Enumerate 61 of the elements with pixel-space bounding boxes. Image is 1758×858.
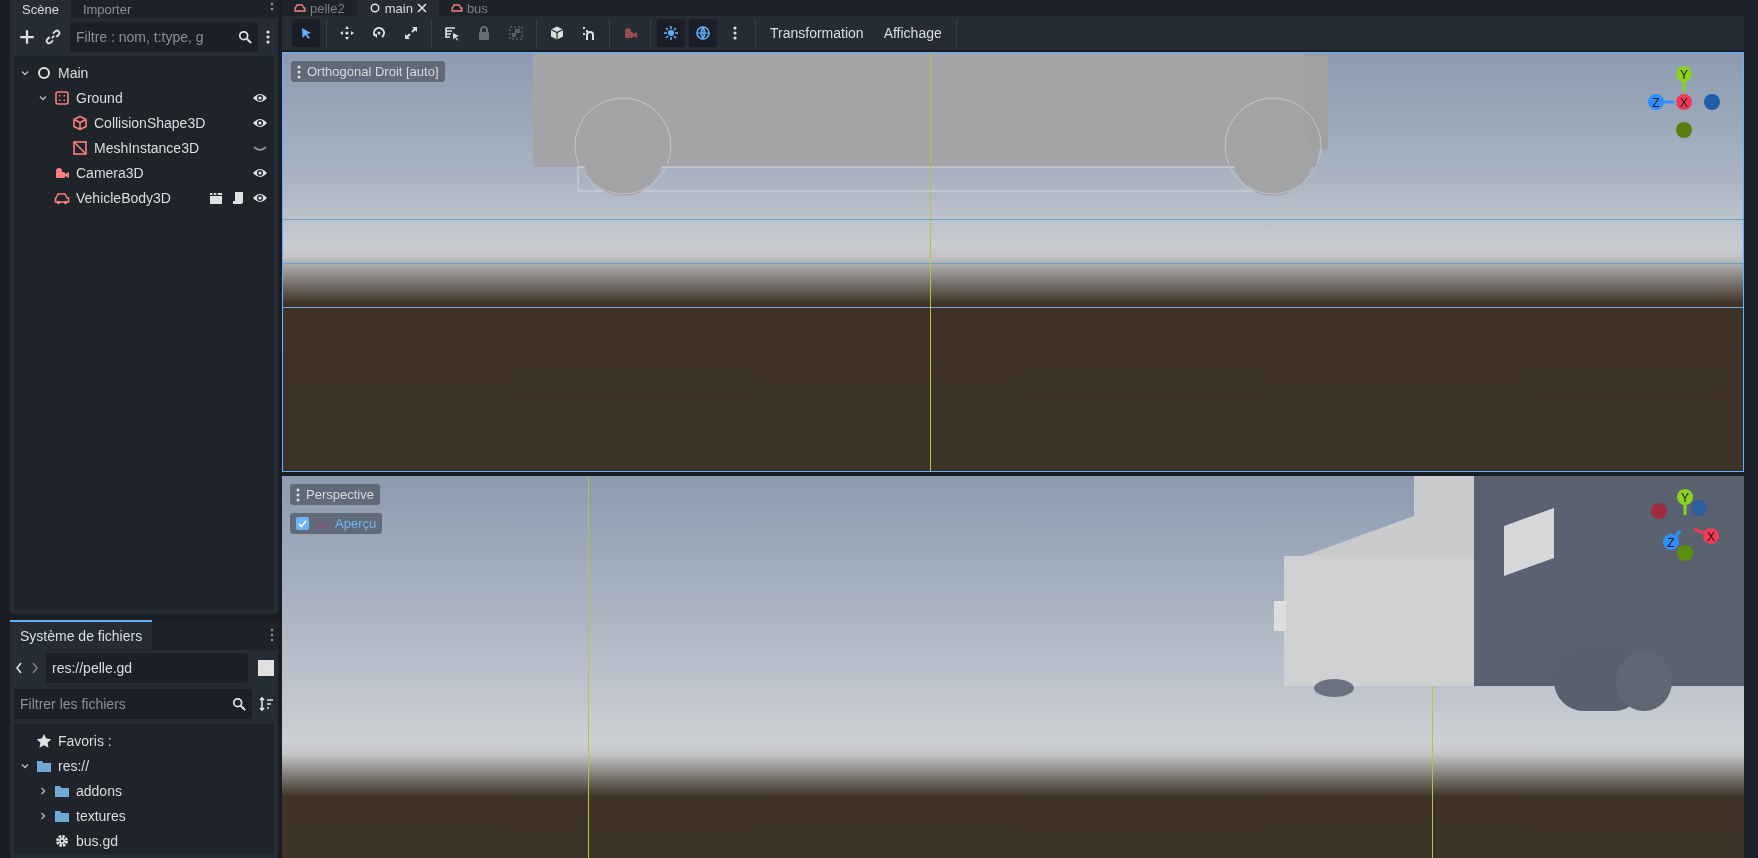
crossed-square-icon [72, 139, 88, 156]
file-name[interactable]: bus.gd [76, 832, 268, 849]
file-filter-field[interactable]: Filtrer les fichiers [14, 689, 252, 719]
car-icon [294, 2, 306, 14]
forward-icon[interactable] [30, 661, 40, 675]
path-field[interactable]: res://pelle.gd [46, 653, 248, 683]
star-icon [36, 732, 52, 749]
node-name[interactable]: Main [58, 64, 268, 81]
close-icon[interactable] [416, 3, 427, 13]
dashed-square-icon [54, 89, 70, 106]
panel-tab[interactable]: Système de fichiers [10, 620, 153, 650]
globe-icon[interactable] [689, 19, 717, 47]
perspective-viewport[interactable]: Perspective Aperçu Y Z X [282, 476, 1744, 858]
panel-tab[interactable]: Scène [10, 0, 71, 18]
viewport-label: Perspective [306, 487, 374, 502]
scene-tab[interactable]: pelle2 [282, 0, 357, 16]
search-icon [238, 30, 252, 44]
scene-tab[interactable]: main [356, 0, 439, 16]
axis-dot[interactable] [1677, 545, 1693, 561]
axis-dot[interactable] [1704, 94, 1720, 110]
pointer-icon[interactable] [292, 19, 320, 47]
node-name[interactable]: MeshInstance3D [94, 139, 246, 156]
panel-tab[interactable]: Importer [70, 0, 144, 18]
more-icon[interactable] [266, 29, 270, 45]
menu-button[interactable]: Affichage [875, 19, 950, 47]
node-name[interactable]: VehicleBody3D [76, 189, 202, 206]
favorites-label[interactable]: Favoris : [58, 732, 268, 749]
sun-icon[interactable] [657, 19, 685, 47]
axis-dot[interactable] [1691, 500, 1707, 516]
axis-dot[interactable] [1651, 503, 1667, 519]
link-icon[interactable] [44, 28, 62, 46]
node-name[interactable]: Camera3D [76, 164, 246, 181]
search-icon [232, 697, 246, 711]
axis-dot[interactable] [1676, 122, 1692, 138]
node-name[interactable]: Ground [76, 89, 246, 106]
gear-icon [54, 832, 70, 849]
circle-node-icon [36, 64, 52, 81]
filter-field[interactable]: Filtre : nom, t:type, g [70, 22, 258, 52]
scroll-icon[interactable] [230, 189, 246, 206]
viewport-menu[interactable]: Perspective [290, 484, 380, 505]
viewport-menu[interactable]: Orthogonal Droit [auto] [291, 61, 445, 82]
viewport-label: Orthogonal Droit [auto] [307, 64, 439, 79]
car-icon [450, 2, 463, 14]
more-icon [296, 487, 300, 502]
add-icon[interactable] [18, 28, 36, 46]
node-name[interactable]: CollisionShape3D [94, 114, 246, 131]
cube-icon [72, 114, 88, 131]
preview-label: Aperçu [335, 516, 377, 531]
folder-name[interactable]: addons [76, 782, 268, 799]
back-icon[interactable] [14, 661, 24, 675]
circle-node-icon [368, 2, 381, 14]
folder-name[interactable]: textures [76, 807, 268, 824]
menu-button[interactable]: Transformation [762, 19, 872, 47]
view-toggle-icon[interactable] [258, 660, 274, 676]
scene-tab[interactable]: bus [438, 0, 500, 16]
more-icon [297, 64, 301, 79]
checkbox[interactable] [296, 517, 309, 530]
sort-icon[interactable] [258, 696, 274, 712]
folder-name[interactable]: res:// [58, 757, 268, 774]
orthogonal-viewport[interactable]: Orthogonal Droit [auto] Y Z X [282, 52, 1744, 472]
axis-handle[interactable]: X [1676, 94, 1692, 110]
